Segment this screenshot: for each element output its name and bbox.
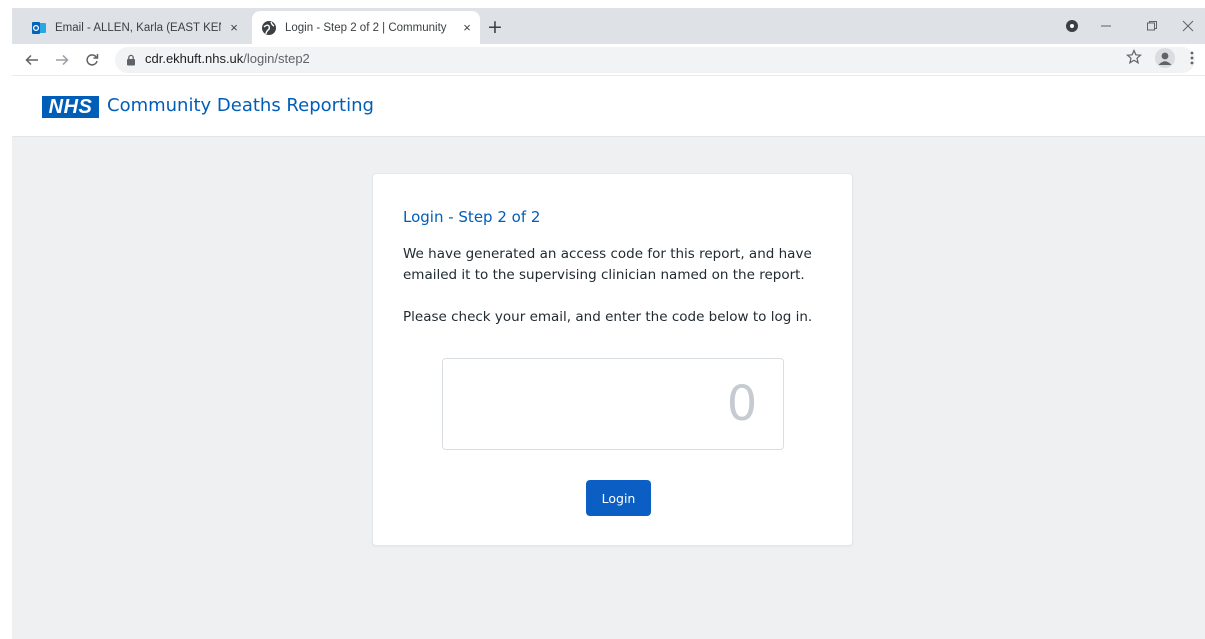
nhs-logo[interactable]: NHS [42,96,99,118]
browser-tab-login[interactable]: Login - Step 2 of 2 | Community × [252,11,480,44]
close-window-icon[interactable] [1175,15,1201,37]
access-code-info-text: We have generated an access code for thi… [403,246,812,283]
site-header: NHS Community Deaths Reporting [12,76,1205,137]
login-title: Login - Step 2 of 2 [403,208,541,226]
service-name[interactable]: Community Deaths Reporting [107,95,374,116]
address-bar[interactable]: cdr.ekhuft.nhs.uk/login/step2 [115,47,1195,73]
login-button[interactable]: Login [586,480,651,516]
minimize-icon[interactable] [1093,15,1119,37]
check-email-instruction: Please check your email, and enter the c… [403,309,813,325]
close-icon[interactable]: × [454,20,480,35]
back-arrow-icon[interactable] [21,49,43,71]
outlook-mail-icon [32,21,46,34]
star-icon[interactable] [1125,48,1143,66]
new-tab-button[interactable]: + [484,17,506,39]
browser-toolbar: cdr.ekhuft.nhs.uk/login/step2 [12,44,1205,76]
globe-icon [262,20,276,35]
kebab-menu-icon[interactable] [1185,48,1199,68]
reload-icon[interactable] [81,49,103,71]
record-icon[interactable] [1059,15,1085,37]
code-digit-1[interactable] [443,359,783,449]
tab-title: Login - Step 2 of 2 | Community [285,21,447,34]
tab-title: Email - ALLEN, Karla (EAST KENT [55,21,221,34]
login-card: Login - Step 2 of 2 We have generated an… [372,173,853,546]
main-content: Login - Step 2 of 2 We have generated an… [12,137,1205,639]
browser-tab-strip: Email - ALLEN, Karla (EAST KENT × Login … [12,8,1205,44]
url-text: cdr.ekhuft.nhs.uk/login/step2 [145,51,310,66]
lock-icon [127,54,135,66]
url-host: cdr.ekhuft.nhs.uk [145,51,244,66]
browser-tab-email[interactable]: Email - ALLEN, Karla (EAST KENT × [22,11,247,44]
access-code-input-group [442,358,784,450]
profile-icon[interactable] [1155,48,1175,68]
url-path: /login/step2 [243,51,310,66]
forward-arrow-icon[interactable] [51,49,73,71]
restore-icon[interactable] [1139,15,1165,37]
close-icon[interactable]: × [221,20,247,35]
